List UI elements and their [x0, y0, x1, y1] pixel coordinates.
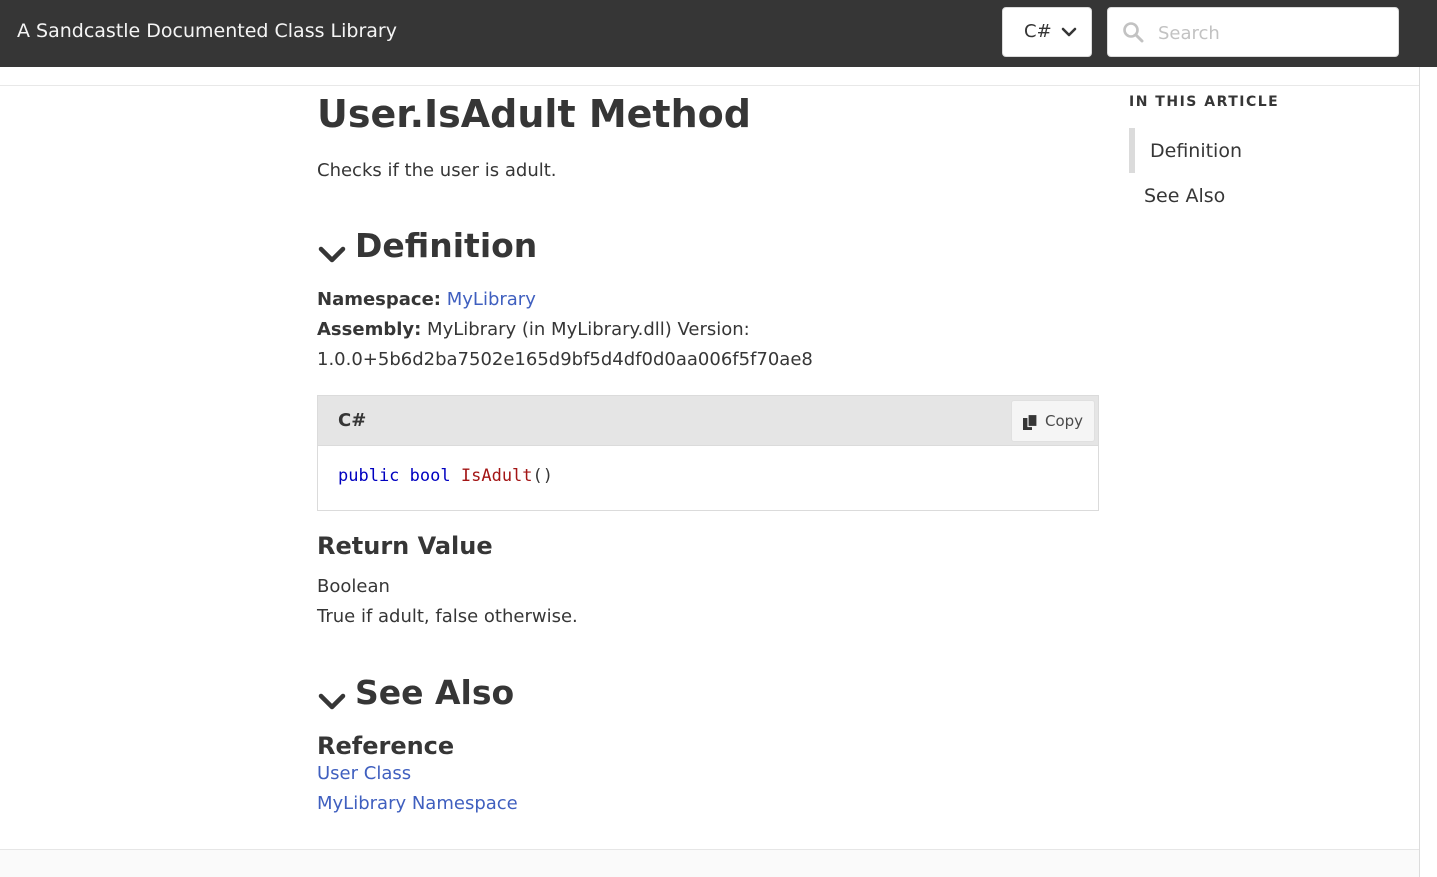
toc-item-definition[interactable]: Definition — [1150, 140, 1242, 162]
reference-heading: Reference — [317, 732, 455, 760]
see-also-section-toggle[interactable]: See Also — [317, 673, 514, 712]
chevron-down-icon — [1060, 23, 1078, 45]
search-box[interactable] — [1107, 7, 1399, 57]
code-snippet-header: C# Copy — [318, 396, 1098, 446]
namespace-link[interactable]: MyLibrary — [447, 289, 536, 310]
method-summary: Checks if the user is adult. — [317, 160, 557, 181]
user-class-link[interactable]: User Class — [317, 763, 411, 784]
footer — [0, 849, 1419, 877]
code-parens: () — [532, 466, 554, 486]
see-also-heading: See Also — [355, 673, 515, 712]
copy-button-label: Copy — [1045, 412, 1084, 430]
toc-item-see-also[interactable]: See Also — [1144, 185, 1225, 207]
search-input[interactable] — [1158, 18, 1388, 48]
toc-active-indicator — [1129, 128, 1135, 173]
page: A Sandcastle Documented Class Library C#… — [0, 0, 1437, 877]
top-navbar: A Sandcastle Documented Class Library C# — [0, 0, 1437, 67]
site-title[interactable]: A Sandcastle Documented Class Library — [17, 20, 397, 42]
return-value-heading: Return Value — [317, 532, 493, 560]
definition-section-toggle[interactable]: Definition — [317, 226, 537, 265]
copy-button[interactable]: Copy — [1011, 400, 1095, 442]
assembly-line: Assembly: MyLibrary (in MyLibrary.dll) V… — [317, 319, 750, 340]
code-keyword-public: public — [338, 466, 400, 486]
code-keyword-bool: bool — [409, 466, 451, 486]
definition-heading: Definition — [355, 226, 538, 265]
code-method-name: IsAdult — [460, 466, 533, 486]
page-title: User.IsAdult Method — [317, 92, 751, 136]
assembly-text: MyLibrary (in MyLibrary.dll) Version: — [427, 319, 750, 340]
namespace-label: Namespace: — [317, 289, 441, 310]
return-type: Boolean — [317, 576, 390, 597]
chevron-down-icon — [317, 236, 347, 262]
scrollbar[interactable] — [1419, 67, 1437, 877]
see-also-link-row: MyLibrary Namespace — [317, 793, 518, 814]
return-description: True if adult, false otherwise. — [317, 606, 578, 627]
code-language-label: C# — [338, 410, 367, 431]
code-line: public bool IsAdult() — [338, 466, 553, 486]
header-divider — [0, 85, 1419, 86]
see-also-link-row: User Class — [317, 763, 411, 784]
assembly-label: Assembly: — [317, 319, 422, 340]
namespace-line: Namespace: MyLibrary — [317, 289, 536, 310]
code-snippet: C# Copy public bool IsAdult() — [317, 395, 1099, 511]
assembly-version: 1.0.0+5b6d2ba7502e165d9bf5d4df0d0aa006f5… — [317, 349, 813, 370]
copy-icon — [1022, 413, 1039, 435]
search-icon — [1122, 21, 1144, 47]
language-select[interactable]: C# — [1002, 7, 1092, 57]
mylibrary-namespace-link[interactable]: MyLibrary Namespace — [317, 793, 518, 814]
chevron-down-icon — [317, 683, 347, 709]
language-select-value: C# — [1024, 21, 1052, 42]
toc-title: IN THIS ARTICLE — [1129, 94, 1280, 110]
